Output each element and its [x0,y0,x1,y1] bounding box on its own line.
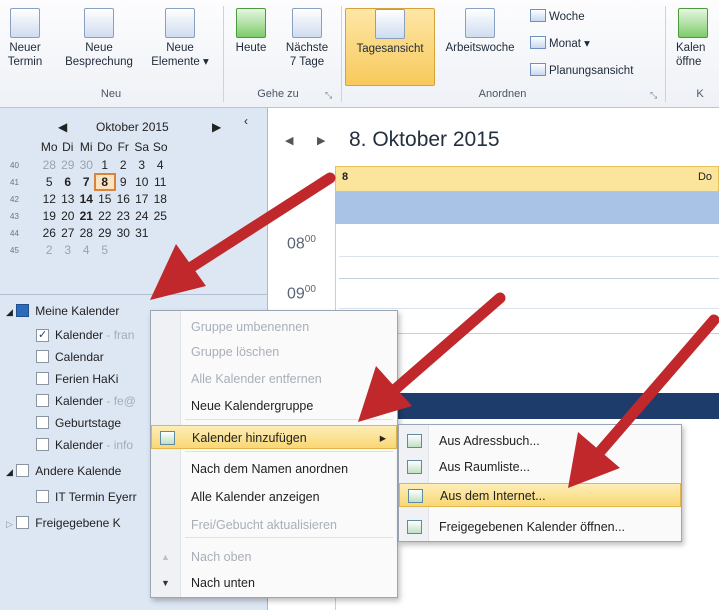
red-arrow-icon [568,314,719,488]
annotation-arrows [150,172,719,488]
red-arrow-icon [150,172,336,300]
red-arrow-icon [358,292,506,422]
